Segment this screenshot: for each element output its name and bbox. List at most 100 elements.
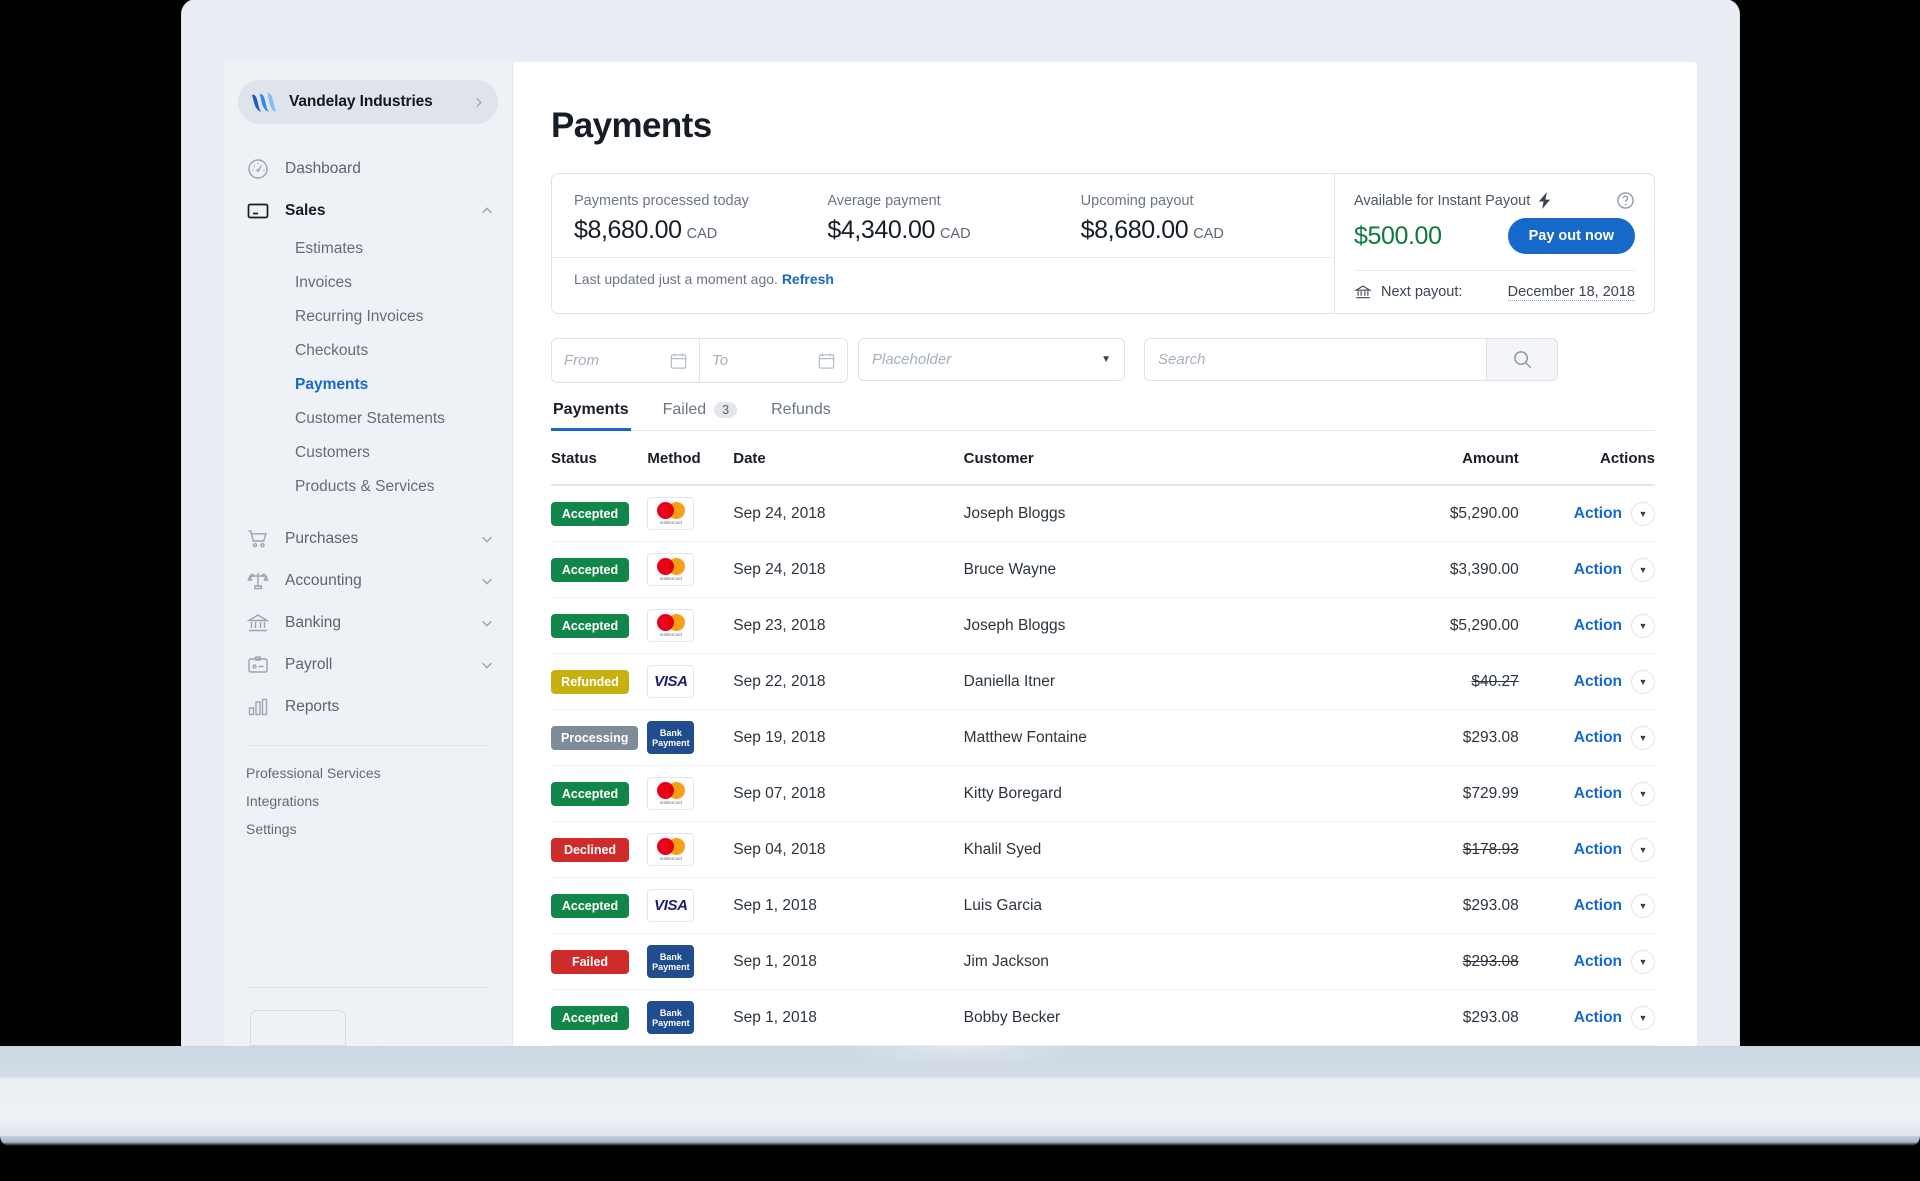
tab-failed[interactable]: Failed 3 [661,401,740,430]
table-row[interactable]: Failed Bank Payment Sep 1, 2018 Jim Jackson $… [551,933,1655,990]
sidebar-item-sales[interactable]: Sales [224,190,512,232]
sidebar-subitem-payments[interactable]: Payments [224,368,512,402]
date-from-field[interactable]: From [552,339,699,382]
search-input[interactable] [1144,338,1486,381]
cell-amount: $178.93 [1309,821,1519,878]
action-link[interactable]: Action [1574,729,1622,747]
chevron-down-icon [482,662,492,669]
action-link[interactable]: Action [1574,1009,1622,1027]
table-row[interactable]: Accepted mastercard Sep 24, 2018 Joseph Blo… [551,485,1655,542]
action-dropdown-button[interactable]: ▼ [1631,1005,1655,1030]
table-row[interactable]: Accepted mastercard Sep 23, 2018 Joseph Blo… [551,597,1655,654]
date-from-placeholder: From [564,352,599,369]
metric-average-payment: Average payment $4,340.00 CAD [827,193,1080,245]
sidebar-item-banking[interactable]: Banking [224,602,512,644]
tab-payments[interactable]: Payments [551,401,631,431]
action-dropdown-button[interactable]: ▼ [1631,557,1655,582]
sidebar-subitem-invoices[interactable]: Invoices [224,266,512,300]
action-link[interactable]: Action [1574,505,1622,523]
table-row[interactable]: Refunded VISA Sep 22, 2018 Daniella Itner $4… [551,653,1655,710]
sidebar-item-purchases[interactable]: Purchases [224,518,512,560]
cell-date: Sep 19, 2018 [733,709,964,766]
table-body: Accepted mastercard Sep 24, 2018 Joseph Blo… [551,485,1655,1046]
action-link[interactable]: Action [1574,841,1622,859]
cell-status: Declined [551,821,648,878]
next-payout-date[interactable]: December 18, 2018 [1507,284,1635,301]
action-link[interactable]: Action [1574,673,1622,691]
cell-customer: Kitty Boregard [963,765,1310,822]
action-dropdown-button[interactable]: ▼ [1631,501,1655,526]
calendar-icon [818,352,835,369]
instant-payout-amount: $500.00 [1354,221,1442,250]
sidebar-item-dashboard[interactable]: Dashboard [224,148,512,190]
instant-payout-amount-row: $500.00 Pay out now [1354,218,1635,270]
refresh-link[interactable]: Refresh [782,271,834,287]
cell-date: Sep 1, 2018 [733,877,964,934]
action-dropdown-button[interactable]: ▼ [1631,893,1655,918]
tab-badge-count: 3 [714,402,738,418]
mastercard-logo-icon: mastercard [647,609,695,642]
status-badge: Accepted [551,557,629,582]
action-link[interactable]: Action [1574,897,1622,915]
cell-actions: Action ▼ [1518,989,1655,1046]
sidebar-subitem-products-services[interactable]: Products & Services [224,470,512,504]
search-button[interactable] [1486,338,1558,381]
action-dropdown-button[interactable]: ▼ [1631,781,1655,806]
page-title: Payments [551,106,712,145]
sidebar-item-reports[interactable]: Reports [224,686,512,728]
action-dropdown-button[interactable]: ▼ [1631,949,1655,974]
sidebar-item-label: Accounting [285,572,362,589]
pay-out-now-button[interactable]: Pay out now [1507,218,1635,254]
table-row[interactable]: Accepted mastercard Sep 24, 2018 Bruce Wayn… [551,541,1655,598]
filter-bar: From To Placeholder ▼ [551,338,1655,383]
sidebar-subitem-estimates[interactable]: Estimates [224,232,512,266]
column-header-actions: Actions [1518,431,1655,486]
action-dropdown-button[interactable]: ▼ [1631,837,1655,862]
table-row[interactable]: Accepted VISA Sep 1, 2018 Luis Garcia $293.0… [551,877,1655,934]
amount-value: $293.08 [1462,896,1519,914]
sidebar-bottom-widget[interactable] [250,1010,346,1046]
cell-status: Accepted [551,877,648,934]
sidebar-item-settings[interactable]: Settings [224,815,512,843]
table-row[interactable]: Processing Bank Payment Sep 19, 2018 Matthew… [551,709,1655,766]
action-dropdown-button[interactable]: ▼ [1631,613,1655,638]
cell-amount: $293.08 [1309,709,1519,766]
cell-method: VISA [647,877,734,934]
bank-payment-logo-icon: Bank Payment [647,721,695,754]
action-link[interactable]: Action [1574,785,1622,803]
mastercard-logo-icon: mastercard [647,777,695,810]
table-row[interactable]: Declined mastercard Sep 04, 2018 Khalil Sye… [551,821,1655,878]
instant-payout-header: Available for Instant Payout [1354,191,1635,210]
tab-refunds[interactable]: Refunds [769,401,833,430]
amount-value: $3,390.00 [1449,560,1519,578]
action-dropdown-button[interactable]: ▼ [1631,725,1655,750]
cell-actions: Action ▼ [1518,485,1655,542]
date-to-field[interactable]: To [699,339,847,382]
cell-date: Sep 1, 2018 [733,989,964,1046]
action-link[interactable]: Action [1574,617,1622,635]
help-circle-icon[interactable] [1616,191,1635,210]
action-link[interactable]: Action [1574,953,1622,971]
sidebar-item-accounting[interactable]: Accounting [224,560,512,602]
action-link[interactable]: Action [1574,561,1622,579]
sidebar-item-integrations[interactable]: Integrations [224,787,512,815]
sidebar-subitem-recurring-invoices[interactable]: Recurring Invoices [224,300,512,334]
action-dropdown-button[interactable]: ▼ [1631,669,1655,694]
org-switcher[interactable]: Vandelay Industries [238,80,498,124]
mastercard-logo-icon: mastercard [647,497,695,530]
metric-value: $4,340.00 [827,216,935,244]
amount-value: $5,290.00 [1449,504,1519,522]
filter-select[interactable]: Placeholder ▼ [858,338,1125,381]
sidebar-subitem-customer-statements[interactable]: Customer Statements [224,402,512,436]
cell-customer: Daniella Itner [963,653,1310,710]
app-window: Vandelay Industries Dashboard Sales Esti… [224,62,1697,1046]
cell-status: Accepted [551,485,648,542]
cell-actions: Action ▼ [1518,709,1655,766]
sidebar-subitem-customers[interactable]: Customers [224,436,512,470]
sidebar-item-payroll[interactable]: Payroll [224,644,512,686]
table-row[interactable]: Accepted mastercard Sep 07, 2018 Kitty Bore… [551,765,1655,822]
sidebar-item-label: Dashboard [285,160,361,177]
sidebar-item-professional-services[interactable]: Professional Services [224,759,512,787]
sidebar-subitem-checkouts[interactable]: Checkouts [224,334,512,368]
table-row[interactable]: Accepted Bank Payment Sep 1, 2018 Bobby Beck… [551,989,1655,1046]
